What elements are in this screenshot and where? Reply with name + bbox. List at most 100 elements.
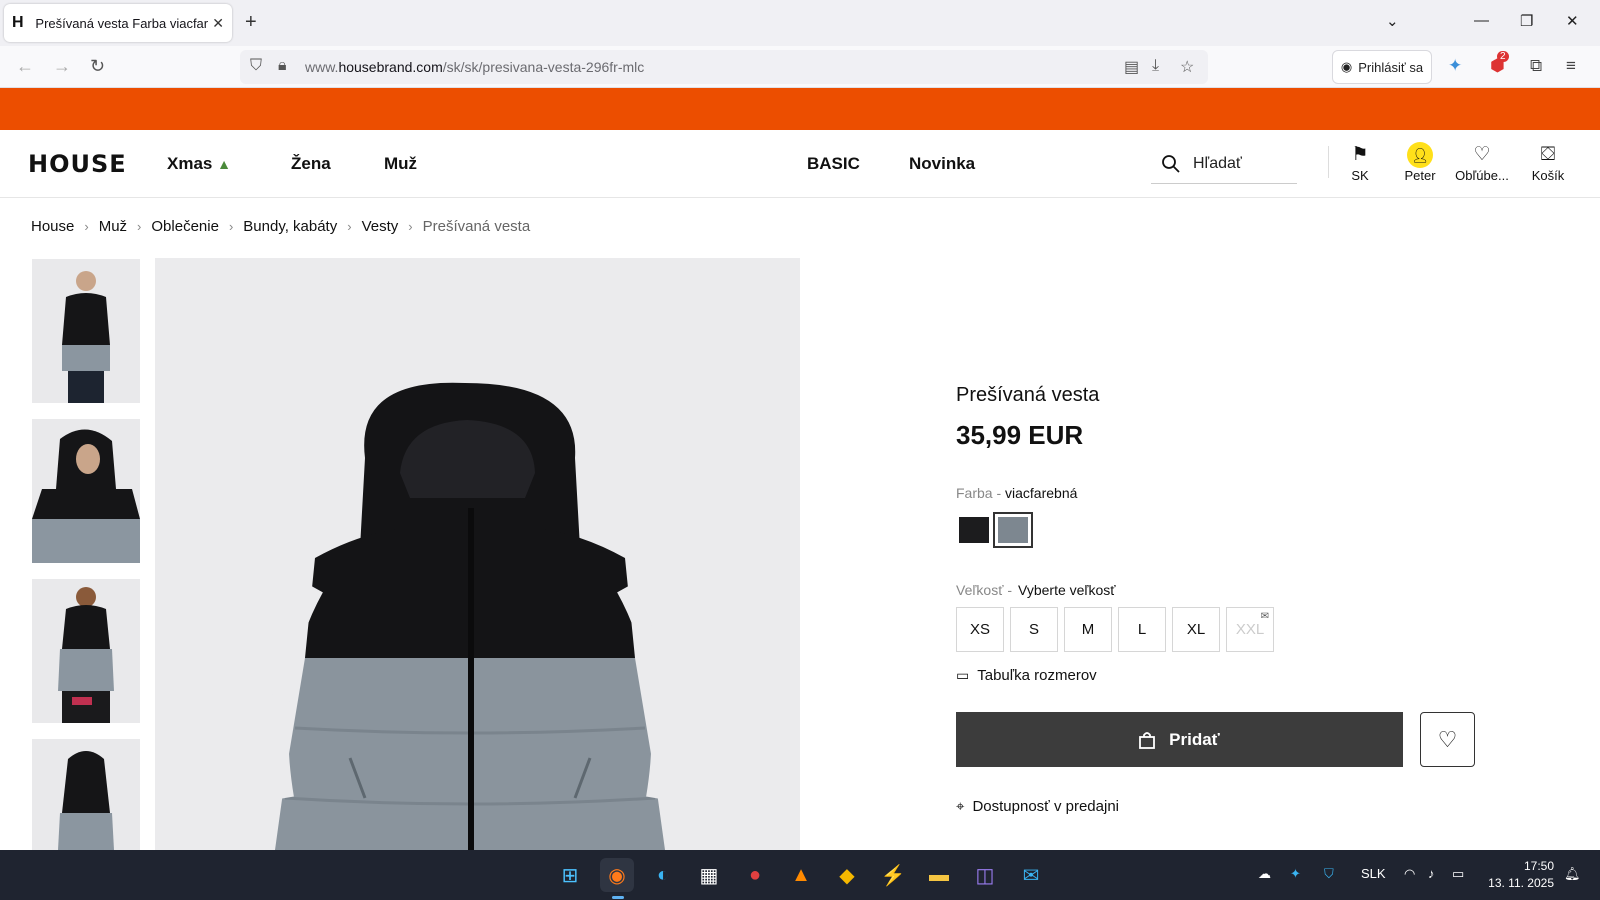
battery-icon[interactable]: ▭ [1452, 866, 1464, 882]
reload-icon[interactable]: ↻ [90, 56, 105, 77]
product-thumbnail[interactable] [32, 259, 140, 403]
menu-item-muz[interactable]: Muž [384, 154, 417, 174]
save-page-icon[interactable]: ⤓ [1152, 57, 1159, 75]
main-product-image[interactable] [155, 258, 800, 850]
menu-item-xmas[interactable]: Xmas ▲ [167, 154, 231, 174]
ruler-icon: ▭ [956, 667, 970, 683]
account-button[interactable]: 👤︎ Peter [1390, 142, 1450, 183]
app-icon[interactable]: ✉ [1014, 858, 1048, 892]
site-header: HOUSE Xmas ▲ Žena Muž BASIC Novinka Hľad… [0, 130, 1600, 198]
tree-icon: ▲ [217, 156, 231, 172]
wifi-icon[interactable]: ◠ [1404, 866, 1415, 882]
size-option-l[interactable]: L [1118, 607, 1166, 652]
extension-badge: 2 [1497, 51, 1509, 62]
menu-item-zena[interactable]: Žena [291, 154, 331, 174]
heart-icon: ♡ [1473, 144, 1491, 165]
size-chart-link[interactable]: ▭ Tabuľka rozmerov [956, 667, 1097, 684]
browser-tab-bar: H Prešívaná vesta Farba viacfarebná ✕ + … [0, 0, 1600, 46]
country-selector[interactable]: ⚑ SK [1330, 142, 1390, 183]
product-thumbnail[interactable] [32, 419, 140, 563]
favorites-button[interactable]: ♡ Obľúbe... [1452, 142, 1512, 183]
breadcrumb-link[interactable]: Oblečenie [151, 218, 219, 235]
close-tab-icon[interactable]: ✕ [212, 15, 224, 32]
app-icon[interactable]: ◆ [830, 858, 864, 892]
app-icon[interactable]: ◫ [968, 858, 1002, 892]
active-app-indicator [612, 896, 624, 899]
windows-start-icon[interactable]: ⊞ [553, 858, 587, 892]
user-avatar-icon: 👤︎ [1407, 142, 1433, 168]
breadcrumb: House › Muž › Oblečenie › Bundy, kabáty › Ve… [31, 218, 530, 235]
onedrive-icon[interactable]: ☁ [1258, 866, 1271, 882]
size-option-xs[interactable]: XS [956, 607, 1004, 652]
thumbnail-image [58, 587, 114, 723]
store-availability-link[interactable]: ⌖ Dostupnosť v predajni [956, 798, 1119, 815]
site-favicon: H [12, 14, 24, 31]
chevron-right-icon: › [84, 219, 89, 234]
chevron-right-icon: › [228, 219, 234, 234]
new-tab-icon[interactable]: + [245, 11, 257, 34]
breadcrumb-current: Prešívaná vesta [422, 218, 531, 235]
heart-icon: ♡ [1437, 726, 1458, 752]
file-explorer-icon[interactable]: ▬ [922, 858, 956, 892]
vest-image [270, 382, 670, 850]
close-window-icon[interactable]: ✕ [1566, 12, 1579, 30]
cart-button[interactable]: ⛋ Košík [1518, 142, 1578, 183]
firefox-icon[interactable]: ◉ [600, 858, 634, 892]
size-option-xxl[interactable]: XXL ✉ [1226, 607, 1274, 652]
vlc-icon[interactable]: ▲ [784, 858, 818, 892]
search-input[interactable]: Hľadať [1151, 144, 1297, 184]
location-pin-icon: ⌖ [956, 798, 965, 815]
edge-icon[interactable]: ◐ [646, 858, 680, 892]
breadcrumb-link[interactable]: House [31, 218, 74, 235]
signin-button[interactable]: ◉ Prihlásiť sa [1332, 50, 1432, 84]
volume-icon[interactable]: ♪ [1428, 866, 1435, 881]
chevron-right-icon: › [137, 219, 142, 234]
language-indicator[interactable]: SLK [1361, 866, 1386, 881]
size-option-xl[interactable]: XL [1172, 607, 1220, 652]
bag-icon: ⛋ [1540, 144, 1556, 165]
size-option-s[interactable]: S [1010, 607, 1058, 652]
app-icon[interactable]: ● [738, 858, 772, 892]
size-option-m[interactable]: M [1064, 607, 1112, 652]
add-to-cart-button[interactable]: Pridať [956, 712, 1403, 767]
chevron-right-icon: › [347, 219, 352, 234]
notification-bell-icon[interactable]: 🔔︎ [1564, 866, 1581, 882]
breadcrumb-link[interactable]: Bundy, kabáty [243, 218, 337, 235]
color-label: Farba - viacfarebná [956, 485, 1078, 501]
tray-app-icon[interactable]: ✦ [1290, 866, 1301, 882]
store-icon[interactable]: ▦ [692, 858, 726, 892]
size-label: Veľkosť - Vyberte veľkosť [956, 582, 1116, 598]
app-menu-icon[interactable]: ≡ [1566, 56, 1576, 76]
menu-item-novinka[interactable]: Novinka [909, 154, 975, 174]
chevron-right-icon: › [408, 219, 413, 234]
browser-tab[interactable]: H Prešívaná vesta Farba viacfarebná ✕ [4, 4, 232, 42]
minimize-icon[interactable]: — [1474, 12, 1489, 29]
extension-icon[interactable]: ✦ [1448, 56, 1462, 76]
flag-icon: ⚑ [1351, 144, 1369, 165]
extensions-puzzle-icon[interactable]: ⧉ [1530, 56, 1542, 76]
product-thumbnail[interactable] [32, 579, 140, 723]
breadcrumb-link[interactable]: Vesty [362, 218, 399, 235]
back-icon[interactable]: ← [16, 56, 34, 77]
restore-icon[interactable]: ❐ [1520, 12, 1533, 30]
forward-icon[interactable]: → [53, 56, 71, 77]
reader-view-icon[interactable]: ▤ [1124, 57, 1139, 77]
envelope-icon: ✉ [1260, 611, 1269, 622]
app-icon[interactable]: ⚡ [876, 858, 910, 892]
product-thumbnail[interactable] [32, 739, 140, 850]
breadcrumb-link[interactable]: Muž [99, 218, 127, 235]
promo-banner[interactable] [0, 88, 1600, 130]
menu-item-basic[interactable]: BASIC [807, 154, 860, 174]
tab-list-icon[interactable]: ⌄ [1386, 12, 1399, 30]
taskbar: ⊞ ◉ ◐ ▦ ● ▲ ◆ ⚡ ▬ ◫ ✉ ☁ ✦ ⛉ SLK ◠ ♪ ▭ 17… [0, 850, 1600, 900]
address-bar[interactable]: ⛉ 🔒︎ www.housebrand.com/sk/sk/presivana-… [240, 50, 1208, 84]
system-clock[interactable]: 17:50 13. 11. 2025 [1486, 858, 1554, 892]
shield-icon[interactable]: ⛉ [250, 57, 262, 75]
color-swatch-grey[interactable] [993, 512, 1033, 548]
lock-icon[interactable]: 🔒︎ [278, 57, 287, 75]
security-shield-icon[interactable]: ⛉ [1324, 866, 1334, 882]
add-to-favorites-button[interactable]: ♡ [1420, 712, 1475, 767]
color-swatch-black[interactable] [955, 513, 993, 547]
site-logo[interactable]: HOUSE [28, 150, 127, 178]
bookmark-star-icon[interactable]: ☆ [1180, 57, 1194, 77]
